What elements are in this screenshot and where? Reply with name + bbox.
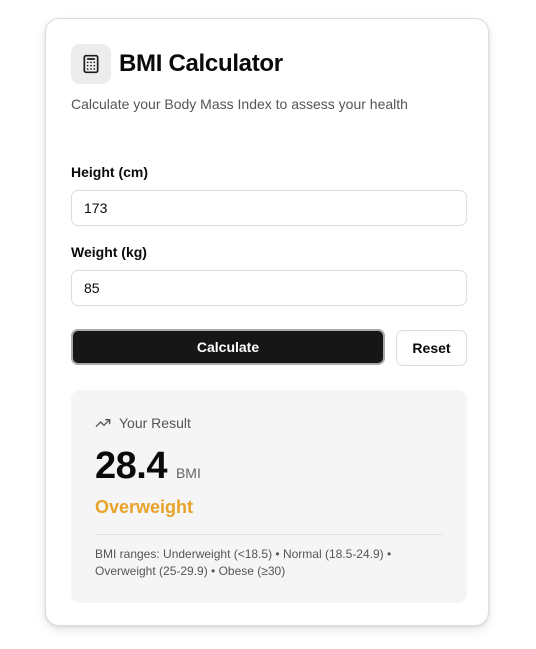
calculator-icon xyxy=(71,44,111,84)
bmi-ranges-note: BMI ranges: Underweight (<18.5) • Normal… xyxy=(95,547,392,578)
weight-input[interactable] xyxy=(71,270,467,306)
result-panel: Your Result 28.4 BMI Overweight BMI rang… xyxy=(71,390,467,603)
weight-label: Weight (kg) xyxy=(71,244,147,260)
card-header: BMI Calculator xyxy=(71,44,283,84)
height-label: Height (cm) xyxy=(71,164,148,180)
result-heading: Your Result xyxy=(95,415,191,431)
page-title: BMI Calculator xyxy=(119,50,283,77)
bmi-category: Overweight xyxy=(95,497,194,517)
result-heading-label: Your Result xyxy=(119,415,191,431)
trending-up-icon xyxy=(95,419,111,427)
page-subtitle: Calculate your Body Mass Index to assess… xyxy=(71,96,408,112)
calculate-button[interactable]: Calculate xyxy=(71,329,385,365)
bmi-unit: BMI xyxy=(175,465,201,481)
divider xyxy=(95,534,443,535)
reset-button[interactable]: Reset xyxy=(396,330,467,366)
height-input[interactable] xyxy=(71,190,467,226)
bmi-readout: 28.4 BMI xyxy=(95,445,201,488)
bmi-value: 28.4 xyxy=(95,445,167,487)
bmi-calculator-card: BMI Calculator Calculate your Body Mass … xyxy=(45,18,489,626)
